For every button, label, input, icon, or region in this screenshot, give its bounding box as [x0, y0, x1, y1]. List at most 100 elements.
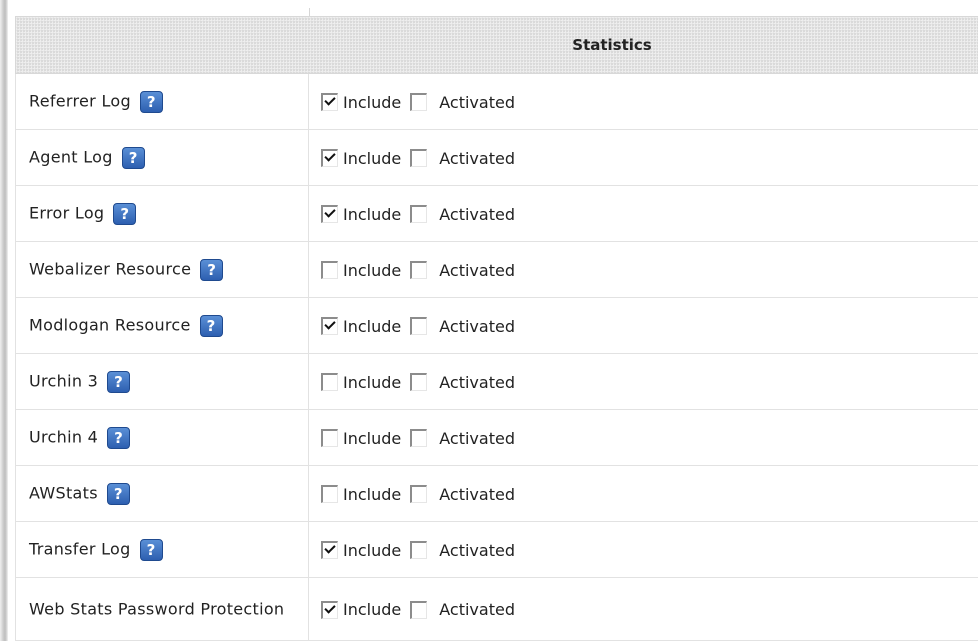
include-checkbox[interactable] [321, 541, 338, 560]
statistics-table: Statistics Referrer Log? Include Activated… [15, 16, 978, 641]
include-option[interactable]: Include [321, 540, 401, 560]
activated-option[interactable]: Activated [410, 599, 515, 619]
top-strip [8, 0, 978, 16]
help-icon[interactable]: ? [139, 538, 163, 561]
section-header: Statistics [15, 16, 978, 74]
include-checkbox[interactable] [321, 429, 338, 448]
include-option[interactable]: Include [321, 599, 401, 619]
include-label: Include [343, 372, 402, 392]
column-divider-tick [309, 8, 310, 16]
activated-checkbox[interactable] [410, 317, 428, 336]
include-option[interactable]: Include [321, 204, 401, 224]
option-controls-cell: Include Activated [308, 353, 978, 410]
option-controls-cell: Include Activated [308, 409, 978, 466]
help-icon[interactable]: ? [200, 258, 224, 281]
option-name-cell: Referrer Log? [15, 73, 309, 130]
option-name: Urchin 4 [29, 427, 99, 447]
activated-label: Activated [439, 260, 515, 280]
option-controls-cell: Include Activated [308, 465, 978, 522]
option-name-cell: Agent Log? [15, 129, 309, 186]
activated-checkbox[interactable] [410, 149, 428, 168]
activated-checkbox[interactable] [410, 600, 428, 619]
include-option[interactable]: Include [321, 260, 401, 280]
table-row: Error Log? Include Activated [15, 185, 978, 242]
option-controls-cell: Include Activated [308, 521, 978, 578]
activated-checkbox[interactable] [410, 93, 428, 112]
include-checkbox[interactable] [321, 149, 338, 168]
table-row: Modlogan Resource? Include Activated [15, 297, 978, 354]
include-option[interactable]: Include [321, 148, 401, 168]
include-checkbox[interactable] [321, 261, 338, 280]
activated-option[interactable]: Activated [410, 484, 515, 504]
include-checkbox[interactable] [321, 205, 338, 224]
option-controls-cell: Include Activated [308, 297, 978, 354]
activated-option[interactable]: Activated [410, 260, 515, 280]
include-option[interactable]: Include [321, 316, 401, 336]
include-option[interactable]: Include [321, 372, 401, 392]
include-label: Include [343, 316, 402, 336]
activated-label: Activated [439, 484, 515, 504]
include-option[interactable]: Include [321, 484, 401, 504]
activated-label: Activated [439, 148, 515, 168]
activated-label: Activated [439, 372, 515, 392]
help-icon[interactable]: ? [199, 314, 223, 337]
option-name: Error Log [29, 203, 105, 223]
include-label: Include [343, 428, 402, 448]
table-row: Urchin 4? Include Activated [15, 409, 978, 466]
table-row: Urchin 3? Include Activated [15, 353, 978, 410]
statistics-panel: Statistics Referrer Log? Include Activated… [0, 0, 978, 641]
include-label: Include [343, 204, 402, 224]
activated-option[interactable]: Activated [410, 204, 515, 224]
option-controls-cell: Include Activated [308, 129, 978, 186]
include-checkbox[interactable] [321, 373, 338, 392]
activated-checkbox[interactable] [410, 373, 428, 392]
include-label: Include [343, 92, 402, 112]
table-row: Transfer Log? Include Activated [15, 521, 978, 578]
include-checkbox[interactable] [321, 600, 338, 619]
option-name: Webalizer Resource [29, 259, 192, 279]
activated-checkbox[interactable] [410, 485, 428, 504]
activated-label: Activated [439, 540, 515, 560]
activated-option[interactable]: Activated [410, 148, 515, 168]
help-icon[interactable]: ? [107, 370, 131, 393]
table-row: Referrer Log? Include Activated [15, 73, 978, 130]
option-name-cell: Urchin 4? [15, 409, 309, 466]
option-controls-cell: Include Activated [308, 185, 978, 242]
activated-label: Activated [439, 600, 515, 620]
help-icon[interactable]: ? [106, 482, 130, 505]
table-row: Agent Log? Include Activated [15, 129, 978, 186]
option-name: Modlogan Resource [29, 315, 191, 335]
option-name: Transfer Log [29, 539, 131, 559]
activated-checkbox[interactable] [410, 205, 428, 224]
activated-option[interactable]: Activated [410, 92, 515, 112]
option-controls-cell: Include Activated [308, 241, 978, 298]
option-name-cell: Web Stats Password Protection [15, 577, 309, 641]
statistics-rows: Referrer Log? Include Activated Agent Log? I… [15, 73, 978, 641]
option-name-cell: Error Log? [15, 185, 309, 242]
option-name: Referrer Log [29, 91, 131, 111]
activated-label: Activated [439, 92, 515, 112]
help-icon[interactable]: ? [107, 426, 131, 449]
include-option[interactable]: Include [321, 428, 401, 448]
option-name-cell: AWStats? [15, 465, 309, 522]
option-name-cell: Transfer Log? [15, 521, 309, 578]
include-option[interactable]: Include [321, 92, 401, 112]
activated-checkbox[interactable] [410, 429, 428, 448]
activated-option[interactable]: Activated [410, 540, 515, 560]
help-icon[interactable]: ? [139, 90, 163, 113]
table-row: Webalizer Resource? Include Activated [15, 241, 978, 298]
activated-option[interactable]: Activated [410, 372, 515, 392]
include-checkbox[interactable] [321, 93, 338, 112]
help-icon[interactable]: ? [113, 202, 137, 225]
activated-label: Activated [439, 316, 515, 336]
table-row: AWStats? Include Activated [15, 465, 978, 522]
activated-checkbox[interactable] [410, 541, 428, 560]
include-checkbox[interactable] [321, 317, 338, 336]
include-checkbox[interactable] [321, 485, 338, 504]
activated-option[interactable]: Activated [410, 428, 515, 448]
activated-option[interactable]: Activated [410, 316, 515, 336]
include-label: Include [343, 260, 402, 280]
help-icon[interactable]: ? [121, 146, 145, 169]
include-label: Include [343, 600, 402, 620]
activated-checkbox[interactable] [410, 261, 428, 280]
